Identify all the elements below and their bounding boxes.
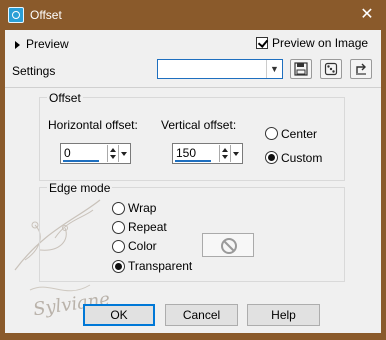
disabled-icon: [221, 238, 237, 254]
color-radio[interactable]: [112, 240, 125, 253]
preview-on-image-label: Preview on Image: [272, 36, 369, 50]
help-button[interactable]: Help: [247, 304, 320, 326]
edge-mode-group-title: Edge mode: [47, 181, 113, 195]
center-radio[interactable]: [265, 127, 278, 140]
edge-color-swatch: [202, 233, 254, 257]
center-label: Center: [281, 127, 318, 141]
app-icon: [8, 7, 24, 23]
horizontal-offset-spinner[interactable]: 0: [60, 143, 131, 164]
close-button[interactable]: ✕: [354, 4, 380, 26]
wrap-radio[interactable]: [112, 202, 125, 215]
title-bar[interactable]: Offset ✕: [0, 0, 386, 30]
preview-toggle[interactable]: Preview: [15, 37, 69, 51]
repeat-label: Repeat: [128, 220, 167, 234]
spin-up-down-icon[interactable]: [107, 145, 117, 162]
randomize-button[interactable]: [320, 59, 342, 79]
reset-button[interactable]: [350, 59, 372, 79]
preview-label: Preview: [26, 37, 69, 51]
horizontal-offset-label: Horizontal offset:: [48, 118, 138, 132]
spin-dropdown-icon[interactable]: [118, 145, 129, 162]
offset-dialog: Offset ✕ Preview Preview on Image Settin…: [0, 0, 386, 338]
settings-label: Settings: [12, 64, 56, 78]
vertical-offset-value[interactable]: 150: [176, 146, 196, 160]
dice-icon: [324, 62, 338, 76]
ok-button[interactable]: OK: [83, 304, 155, 326]
vertical-offset-spinner[interactable]: 150: [172, 143, 243, 164]
dialog-client: Preview Preview on Image Settings ▼ Sylv…: [5, 30, 381, 333]
spin-up-down-icon[interactable]: [219, 145, 229, 162]
save-preset-button[interactable]: [290, 59, 312, 79]
floppy-disk-icon: [294, 62, 308, 76]
spin-dropdown-icon[interactable]: [230, 145, 241, 162]
field-focus-underline: [63, 160, 99, 162]
custom-label: Custom: [281, 151, 323, 165]
transparent-radio[interactable]: [112, 260, 125, 273]
preview-on-image-checkbox[interactable]: [256, 37, 268, 49]
reset-arrow-icon: [356, 63, 366, 75]
expand-arrow-icon: [15, 40, 20, 49]
custom-radio[interactable]: [265, 151, 278, 164]
wrap-label: Wrap: [128, 201, 157, 215]
settings-dropdown[interactable]: ▼: [157, 59, 283, 79]
vertical-offset-label: Vertical offset:: [161, 118, 237, 132]
repeat-radio[interactable]: [112, 221, 125, 234]
offset-group-title: Offset: [47, 91, 83, 105]
field-focus-underline: [175, 160, 211, 162]
horizontal-offset-value[interactable]: 0: [64, 146, 71, 160]
chevron-down-icon: ▼: [266, 60, 282, 78]
window-title: Offset: [30, 8, 62, 22]
color-label: Color: [128, 239, 157, 253]
cancel-button[interactable]: Cancel: [165, 304, 238, 326]
transparent-label: Transparent: [128, 259, 193, 273]
